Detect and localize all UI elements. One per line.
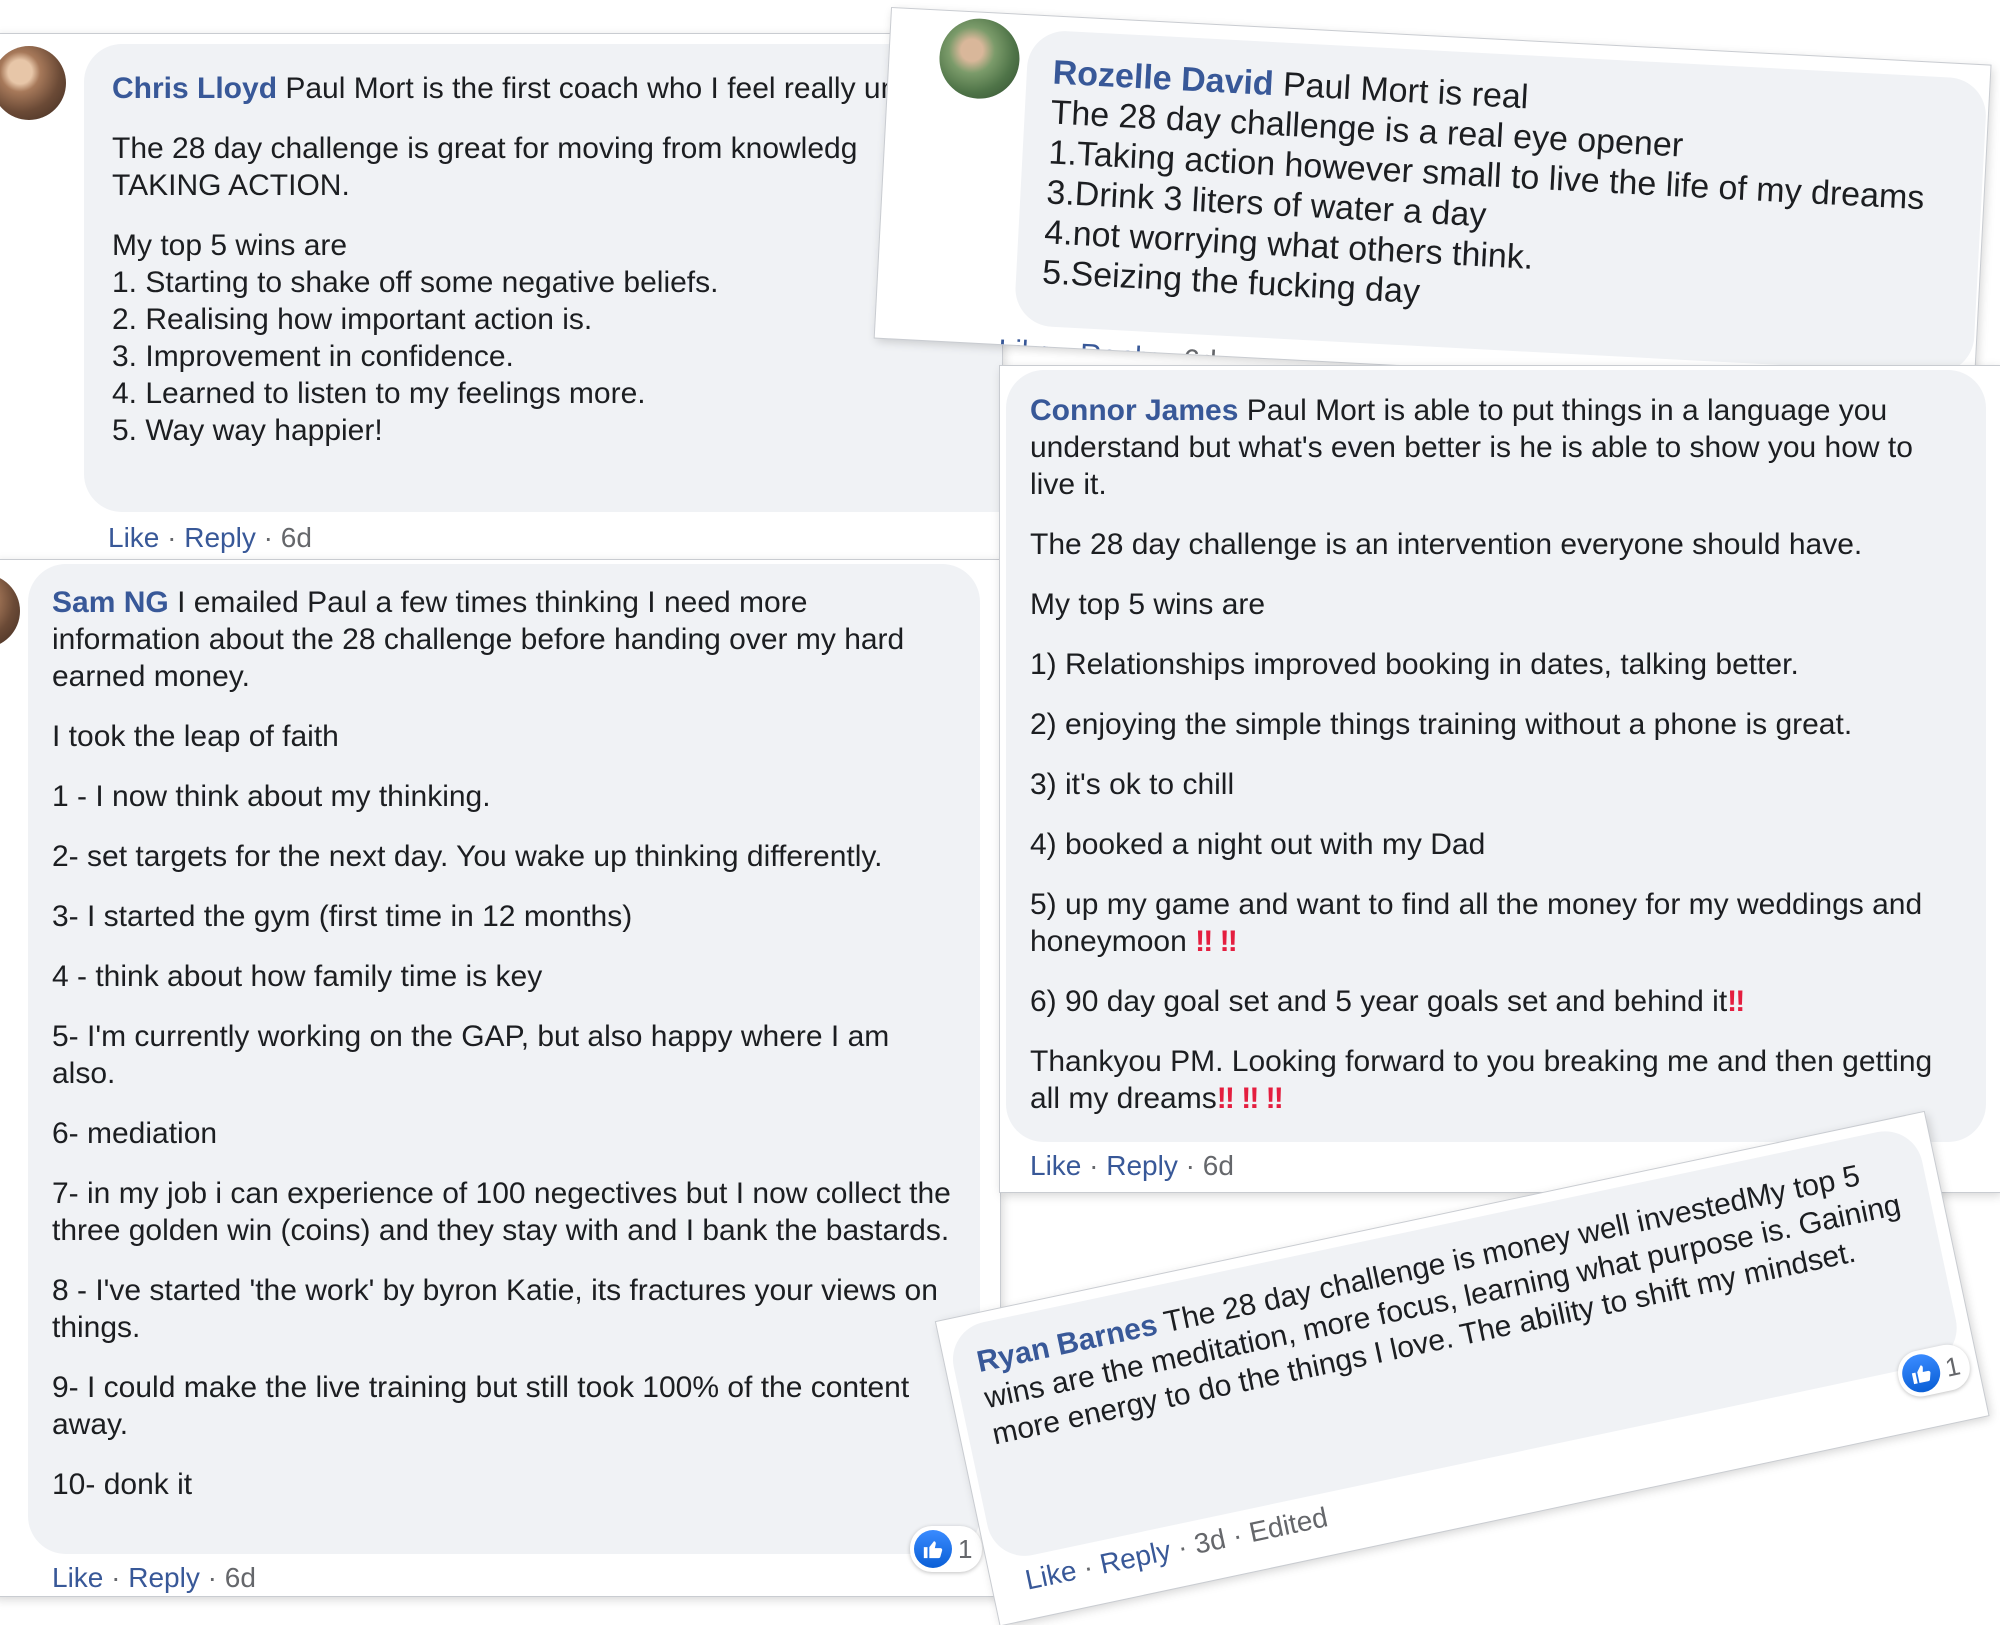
comment-paragraph: I took the leap of faith xyxy=(52,720,339,753)
comment-paragraph: 4 - think about how family time is key xyxy=(52,960,543,993)
comment-paragraph: 3- I started the gym (first time in 12 m… xyxy=(52,900,633,933)
comment-first-paragraph: Ryan Barnes The 28 day challenge is mone… xyxy=(973,1159,1904,1452)
edited-label[interactable]: Edited xyxy=(1246,1501,1330,1548)
like-link[interactable]: Like xyxy=(1030,1150,1081,1181)
avatar-chris-lloyd[interactable] xyxy=(0,46,66,120)
comment-paragraph: 8 - I've started 'the work' by byron Kat… xyxy=(52,1274,938,1344)
comment-card-connor-james: Connor James Paul Mort is able to put th… xyxy=(1000,366,2000,1192)
comment-bubble-connor-james: Connor James Paul Mort is able to put th… xyxy=(1006,370,1986,1142)
comment-paragraph: 5) up my game and want to find all the m… xyxy=(1030,888,1923,958)
comment-paragraph: 1) Relationships improved booking in dat… xyxy=(1030,648,1799,681)
comment-first-paragraph: Sam NG I emailed Paul a few times thinki… xyxy=(52,586,905,693)
thumbs-up-icon xyxy=(1898,1350,1944,1396)
comment-actions-sam-ng: Like · Reply · 6d xyxy=(52,1562,256,1593)
author-name-chris-lloyd[interactable]: Chris Lloyd xyxy=(112,72,277,105)
comment-paragraph: 6) 90 day goal set and 5 year goals set … xyxy=(1030,985,1745,1018)
avatar-rozelle-david[interactable] xyxy=(937,16,1022,101)
comment-timestamp[interactable]: 6d xyxy=(1203,1150,1234,1181)
comment-paragraph: 2- set targets for the next day. You wak… xyxy=(52,840,883,873)
double-exclamation-emoji: ‼ xyxy=(1265,1082,1284,1115)
like-link[interactable]: Like xyxy=(52,1562,103,1593)
like-link[interactable]: Like xyxy=(997,334,1054,370)
comment-paragraph: 5- I'm currently working on the GAP, but… xyxy=(52,1020,890,1090)
double-exclamation-emoji: ‼ xyxy=(1727,985,1745,1018)
comment-paragraph: 6- mediation xyxy=(52,1117,218,1150)
reply-link[interactable]: Reply xyxy=(184,522,256,553)
comment-actions-chris-lloyd: Like · Reply · 6d xyxy=(108,522,312,553)
double-exclamation-emoji: ‼ xyxy=(1241,1082,1259,1115)
double-exclamation-emoji: ‼ xyxy=(1219,925,1238,958)
comment-bubble-rozelle-david: Rozelle David Paul Mort is real The 28 d… xyxy=(1013,29,1988,376)
comment-paragraph: 10- donk it xyxy=(52,1468,193,1501)
comment-first-paragraph: Connor James Paul Mort is able to put th… xyxy=(1030,394,1913,501)
comment-card-chris-lloyd: Chris Lloyd Paul Mort is the first coach… xyxy=(0,34,1002,568)
comment-actions-connor-james: Like · Reply · 6d xyxy=(1030,1150,1234,1181)
comment-paragraph: 1 - I now think about my thinking. xyxy=(52,780,491,813)
comment-bubble-chris-lloyd: Chris Lloyd Paul Mort is the first coach… xyxy=(84,44,1002,512)
comment-first-paragraph: Rozelle David Paul Mort is real The 28 d… xyxy=(1041,53,1926,311)
comment-paragraph: 4) booked a night out with my Dad xyxy=(1030,828,1486,861)
reaction-count: 1 xyxy=(958,1533,973,1564)
comment-paragraph: My top 5 wins are 1. Starting to shake o… xyxy=(112,229,719,447)
comment-paragraph: The 28 day challenge is an intervention … xyxy=(1030,528,1863,561)
double-exclamation-emoji: ‼ xyxy=(1216,1082,1235,1115)
like-link[interactable]: Like xyxy=(1022,1555,1079,1596)
comment-timestamp[interactable]: 6d xyxy=(281,522,312,553)
comment-paragraph: 3) it's ok to chill xyxy=(1030,768,1235,801)
reply-link[interactable]: Reply xyxy=(1097,1535,1173,1580)
avatar-sam-ng[interactable] xyxy=(0,574,20,648)
comment-paragraph: 9- I could make the live training but st… xyxy=(52,1371,910,1441)
comment-paragraph: 7- in my job i can experience of 100 neg… xyxy=(52,1177,951,1247)
reaction-count: 1 xyxy=(1942,1349,1963,1383)
comment-timestamp[interactable]: 3d xyxy=(1191,1523,1228,1560)
comment-bubble-sam-ng: Sam NG I emailed Paul a few times thinki… xyxy=(28,564,980,1554)
author-name-sam-ng[interactable]: Sam NG xyxy=(52,586,169,619)
like-link[interactable]: Like xyxy=(108,522,159,553)
author-name-connor-james[interactable]: Connor James xyxy=(1030,394,1238,427)
reply-link[interactable]: Reply xyxy=(1106,1150,1178,1181)
comment-paragraph: The 28 day challenge is great for moving… xyxy=(112,132,858,202)
reply-link[interactable]: Reply xyxy=(128,1562,200,1593)
comment-card-sam-ng: Sam NG I emailed Paul a few times thinki… xyxy=(0,560,1000,1596)
comment-paragraph: 2) enjoying the simple things training w… xyxy=(1030,708,1853,741)
comment-paragraph: Thankyou PM. Looking forward to you brea… xyxy=(1030,1045,1933,1115)
comment-timestamp[interactable]: 6d xyxy=(225,1562,256,1593)
double-exclamation-emoji: ‼ xyxy=(1195,925,1213,958)
comment-first-paragraph: Chris Lloyd Paul Mort is the first coach… xyxy=(112,72,1002,105)
reaction-badge-sam-ng[interactable]: 1 xyxy=(910,1526,983,1572)
comment-paragraph: My top 5 wins are xyxy=(1030,588,1266,621)
thumbs-up-icon xyxy=(914,1530,952,1568)
comment-card-rozelle-david: Rozelle David Paul Mort is real The 28 d… xyxy=(874,8,1991,396)
